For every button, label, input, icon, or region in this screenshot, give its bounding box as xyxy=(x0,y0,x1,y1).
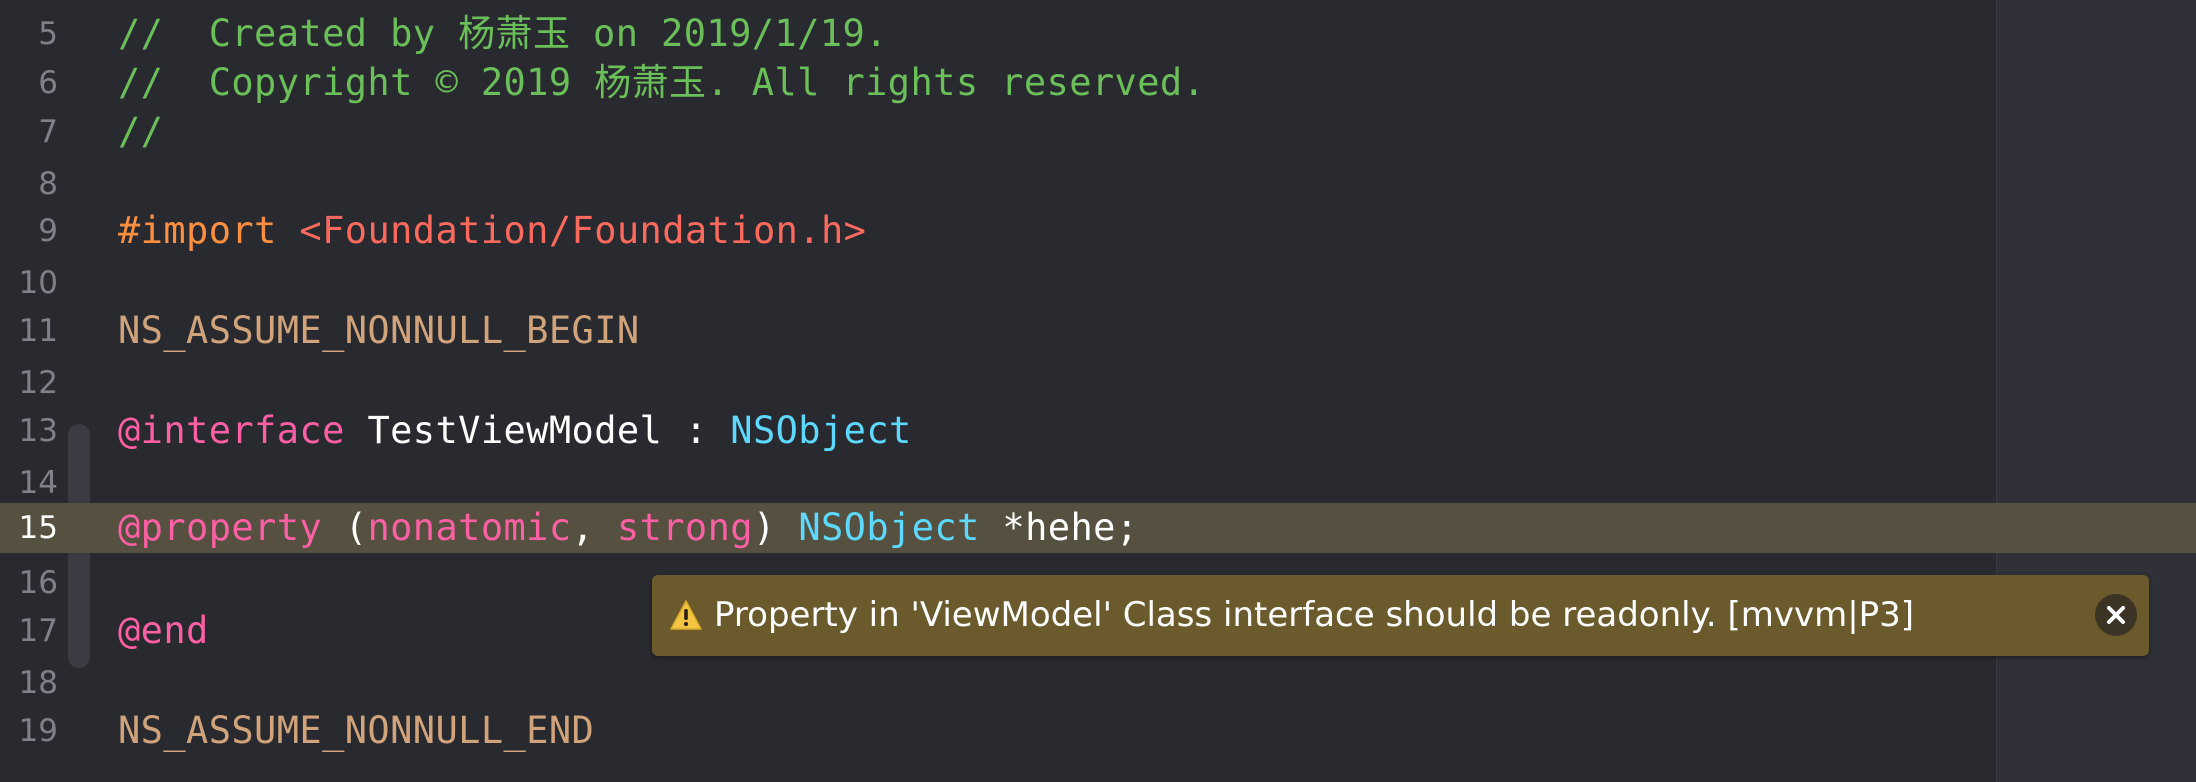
code-token-type: NSObject xyxy=(730,409,912,452)
code-token-comment: // Created by 杨萧玉 on 2019/1/19. xyxy=(118,12,888,55)
issue-message: Property in 'ViewModel' Class interface … xyxy=(714,595,1915,635)
code-token-plain: ) xyxy=(752,506,799,549)
code-token-plain: TestViewModel : xyxy=(344,409,731,452)
code-line[interactable]: 12 xyxy=(0,358,2196,408)
code-token-keyword: @end xyxy=(118,609,209,652)
code-token-string: <Foundation/Foundation.h> xyxy=(299,209,867,252)
code-line[interactable]: 11 NS_ASSUME_NONNULL_BEGIN xyxy=(0,306,2196,356)
inline-issue-banner[interactable]: Property in 'ViewModel' Class interface … xyxy=(652,575,2149,656)
line-number: 17 xyxy=(18,613,58,649)
line-number: 7 xyxy=(38,114,58,150)
source-editor[interactable]: 5 // Created by 杨萧玉 on 2019/1/19. 6 // Copy… xyxy=(0,0,2196,782)
line-number: 10 xyxy=(18,265,58,301)
warning-triangle-icon xyxy=(670,600,702,630)
code-text[interactable]: NS_ASSUME_NONNULL_BEGIN xyxy=(118,306,640,356)
line-number: 19 xyxy=(18,713,58,749)
code-token-keyword: @property xyxy=(118,506,323,549)
line-number: 15 xyxy=(18,510,58,546)
code-text[interactable]: // xyxy=(118,107,163,157)
code-token-plain: *hehe; xyxy=(979,506,1139,549)
code-line[interactable]: 19 NS_ASSUME_NONNULL_END xyxy=(0,706,2196,756)
code-line[interactable]: 13 @interface TestViewModel : NSObject xyxy=(0,406,2196,456)
code-text[interactable]: @property (nonatomic, strong) NSObject *… xyxy=(118,503,1138,553)
code-text[interactable]: NS_ASSUME_NONNULL_END xyxy=(118,706,594,756)
line-number: 6 xyxy=(38,65,58,101)
line-number: 11 xyxy=(18,313,58,349)
code-text[interactable]: @interface TestViewModel : NSObject xyxy=(118,406,912,456)
code-token-preproc2: NS_ASSUME_NONNULL_END xyxy=(118,709,595,752)
code-line[interactable]: 10 xyxy=(0,258,2196,308)
code-line[interactable]: 14 xyxy=(0,458,2196,508)
line-number: 8 xyxy=(38,166,58,202)
code-token-plain: , xyxy=(571,506,617,549)
code-text[interactable]: @end xyxy=(118,606,209,656)
code-token-preproc: #import xyxy=(118,209,300,252)
code-token-keyword: strong xyxy=(616,506,753,549)
code-text[interactable]: #import <Foundation/Foundation.h> xyxy=(118,206,866,256)
code-token-keyword: nonatomic xyxy=(367,506,572,549)
line-number: 18 xyxy=(18,665,58,701)
code-token-plain: ( xyxy=(322,506,368,549)
code-token-type: NSObject xyxy=(798,506,980,549)
code-line[interactable]: 8 xyxy=(0,159,2196,209)
code-token-comment: // xyxy=(118,110,164,153)
code-text[interactable]: // Created by 杨萧玉 on 2019/1/19. xyxy=(118,9,888,59)
line-number: 14 xyxy=(18,465,58,501)
code-line[interactable]: 5 // Created by 杨萧玉 on 2019/1/19. xyxy=(0,9,2196,59)
code-token-keyword: @interface xyxy=(118,409,345,452)
code-token-comment: // Copyright © 2019 杨萧玉. All rights rese… xyxy=(118,61,1206,104)
code-text[interactable]: // Copyright © 2019 杨萧玉. All rights rese… xyxy=(118,58,1205,108)
code-line[interactable]: 9 #import <Foundation/Foundation.h> xyxy=(0,206,2196,256)
line-number: 13 xyxy=(18,413,58,449)
code-line[interactable]: 18 xyxy=(0,658,2196,708)
code-line[interactable]: 15 @property (nonatomic, strong) NSObject… xyxy=(0,503,2196,553)
close-icon[interactable] xyxy=(2095,594,2137,636)
line-number: 5 xyxy=(38,16,58,52)
line-number: 9 xyxy=(38,213,58,249)
line-number: 12 xyxy=(18,365,58,401)
code-line[interactable]: 7 // xyxy=(0,107,2196,157)
line-number: 16 xyxy=(18,565,58,601)
code-line[interactable]: 6 // Copyright © 2019 杨萧玉. All rights res… xyxy=(0,58,2196,108)
code-token-preproc2: NS_ASSUME_NONNULL_BEGIN xyxy=(118,309,640,352)
